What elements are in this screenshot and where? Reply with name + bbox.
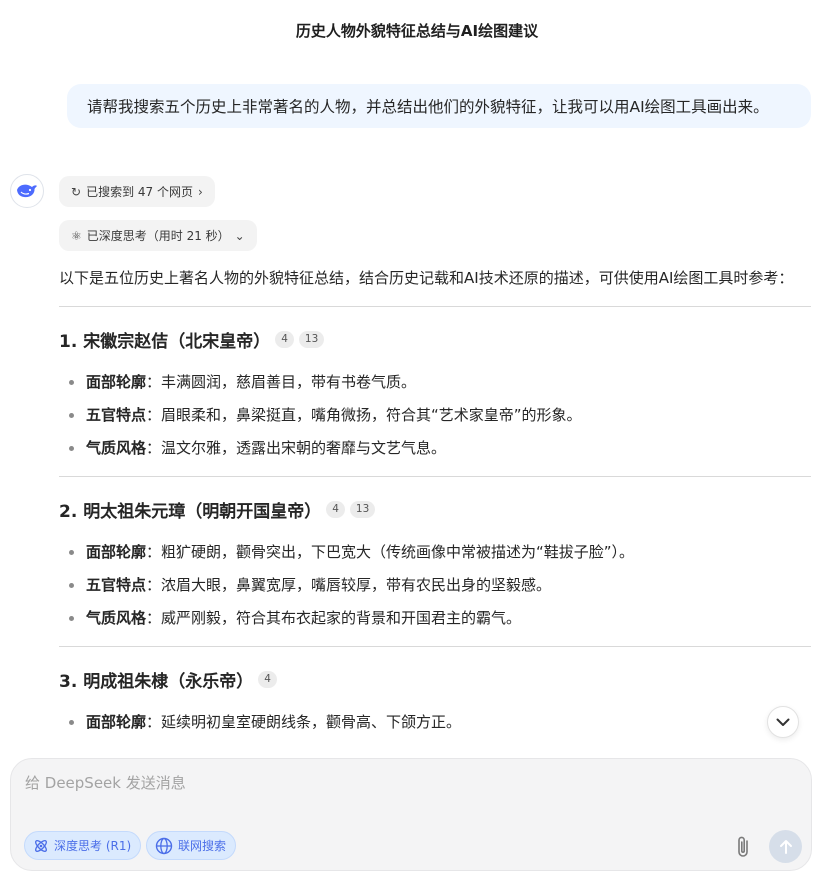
section-title: 2. 明太祖朱元璋（明朝开国皇帝） 4 13 [59,494,811,524]
section-title: 1. 宋徽宗赵佶（北宋皇帝） 4 13 [59,324,811,354]
section-1: 1. 宋徽宗赵佶（北宋皇帝） 4 13 面部轮廓：丰满圆润，慈眉善目，带有书卷气… [59,307,811,465]
bullet-list: 面部轮廓：延续明初皇室硬朗线条，颧骨高、下颌方正。 [59,706,811,739]
atom-icon: ⚛ [71,228,82,243]
arrow-up-icon [779,839,792,854]
refresh-search-icon: ↻ [71,184,82,199]
point-label: 气质风格 [86,439,147,457]
paperclip-icon [738,836,748,857]
citation-badge[interactable]: 13 [298,330,325,348]
point-text: ：眉眼柔和，鼻梁挺直，嘴角微扬，符合其“艺术家皇帝”的形象。 [146,406,582,424]
deep-think-toggle-label: 深度思考 (R1) [54,839,132,853]
list-item: 面部轮廓：延续明初皇室硬朗线条，颧骨高、下颌方正。 [59,706,811,739]
web-search-toggle[interactable]: 联网搜索 [146,831,237,860]
point-label: 面部轮廓 [86,373,147,391]
list-item: 五官特点：浓眉大眼，鼻翼宽厚，嘴唇较厚，带有农民出身的坚毅感。 [59,569,811,602]
message-composer: 深度思考 (R1) 联网搜索 [10,758,812,871]
list-item: 五官特点：眉眼柔和，鼻梁挺直，嘴角微扬，符合其“艺术家皇帝”的形象。 [59,399,811,432]
search-results-pill[interactable]: ↻ 已搜索到 47 个网页 › [59,176,215,207]
point-label: 气质风格 [86,609,147,627]
page-title: 历史人物外貌特征总结与AI绘图建议 [295,22,539,40]
point-text: ：粗犷硬朗，颧骨突出，下巴宽大（传统画像中常被描述为“鞋拔子脸”）。 [146,543,635,561]
citation-badge[interactable]: 4 [275,330,294,348]
list-item: 气质风格：威严刚毅，符合其布衣起家的背景和开国君主的霸气。 [59,602,811,635]
list-item: 面部轮廓：丰满圆润，慈眉善目，带有书卷气质。 [59,366,811,399]
section-title: 3. 明成祖朱棣（永乐帝） 4 [59,664,811,694]
point-label: 五官特点 [86,576,147,594]
deep-think-toggle[interactable]: 深度思考 (R1) [24,831,142,860]
point-label: 面部轮廓 [86,543,147,561]
assistant-answer: 以下是五位历史上著名人物的外貌特征总结，结合历史记载和AI技术还原的描述，可供使… [59,264,811,739]
chevron-down-icon [776,718,790,726]
bullet-list: 面部轮廓：粗犷硬朗，颧骨突出，下巴宽大（传统画像中常被描述为“鞋拔子脸”）。 五… [59,536,811,635]
bullet-list: 面部轮廓：丰满圆润，慈眉善目，带有书卷气质。 五官特点：眉眼柔和，鼻梁挺直，嘴角… [59,366,811,465]
section-title-text: 2. 明太祖朱元璋（明朝开国皇帝） [59,501,322,522]
citation-badge[interactable]: 4 [258,670,277,688]
point-text: ：温文尔雅，透露出宋朝的奢靡与文艺气息。 [146,439,447,457]
user-message-bubble: 请帮我搜索五个历史上非常著名的人物，并总结出他们的外貌特征，让我可以用AI绘图工… [67,84,811,128]
point-label: 五官特点 [86,406,147,424]
deepseek-whale-icon [17,184,37,198]
web-search-toggle-label: 联网搜索 [178,839,227,853]
avatar [10,174,44,208]
atom-icon [35,839,47,852]
citation-badge[interactable]: 4 [326,500,345,518]
point-text: ：丰满圆润，慈眉善目，带有书卷气质。 [146,373,417,391]
user-message-text: 请帮我搜索五个历史上非常著名的人物，并总结出他们的外貌特征，让我可以用AI绘图工… [87,98,769,116]
attach-button[interactable] [731,834,755,860]
point-text: ：延续明初皇室硬朗线条，颧骨高、下颌方正。 [146,713,462,731]
send-button[interactable] [769,830,802,863]
point-text: ：威严刚毅，符合其布衣起家的背景和开国君主的霸气。 [146,609,522,627]
point-text: ：浓眉大眼，鼻翼宽厚，嘴唇较厚，带有农民出身的坚毅感。 [146,576,552,594]
section-title-text: 3. 明成祖朱棣（永乐帝） [59,671,254,692]
chevron-down-icon: ⌄ [234,228,245,243]
list-item: 气质风格：温文尔雅，透露出宋朝的奢靡与文艺气息。 [59,432,811,465]
deep-think-pill[interactable]: ⚛ 已深度思考（用时 21 秒） ⌄ [59,220,257,251]
point-label: 面部轮廓 [86,713,147,731]
chevron-right-icon: › [197,184,203,199]
section-title-text: 1. 宋徽宗赵佶（北宋皇帝） [59,331,271,352]
list-item: 面部轮廓：粗犷硬朗，颧骨突出，下巴宽大（传统画像中常被描述为“鞋拔子脸”）。 [59,536,811,569]
message-input[interactable] [25,771,705,795]
answer-intro: 以下是五位历史上著名人物的外貌特征总结，结合历史记载和AI技术还原的描述，可供使… [59,269,794,287]
section-2: 2. 明太祖朱元璋（明朝开国皇帝） 4 13 面部轮廓：粗犷硬朗，颧骨突出，下巴… [59,477,811,635]
section-3: 3. 明成祖朱棣（永乐帝） 4 面部轮廓：延续明初皇室硬朗线条，颧骨高、下颌方正… [59,647,811,739]
search-results-label: 已搜索到 47 个网页 [86,185,193,199]
deep-think-label: 已深度思考（用时 21 秒） [86,229,230,243]
citation-badge[interactable]: 13 [349,500,376,518]
globe-icon [155,837,173,854]
scroll-to-bottom-button[interactable] [767,706,799,738]
